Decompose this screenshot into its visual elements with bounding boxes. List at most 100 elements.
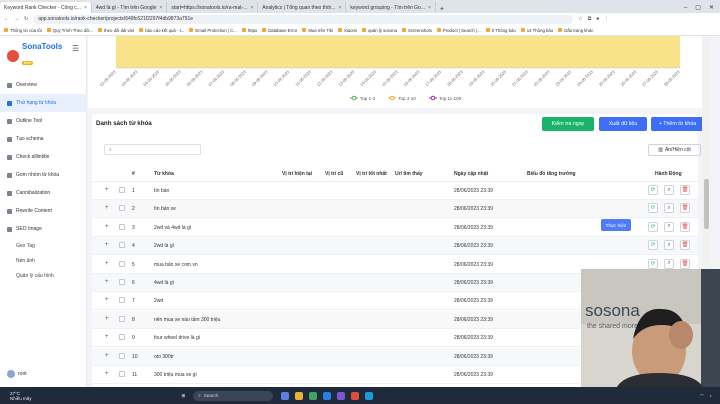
extensions-icon[interactable]: ⧉ xyxy=(588,16,592,22)
sidebar-item[interactable]: Thứ hạng từ khóa xyxy=(0,94,87,112)
sidebar-subitem[interactable]: Quản lý cấu hình xyxy=(0,268,87,283)
bookmark-item[interactable]: Screenshots xyxy=(401,28,432,33)
row-checkbox[interactable] xyxy=(119,260,125,267)
sidebar-item[interactable]: Gom nhóm từ khóa xyxy=(0,166,87,184)
expand-icon[interactable]: + xyxy=(105,279,109,285)
expand-icon[interactable]: + xyxy=(105,316,109,322)
minimize-icon[interactable]: – xyxy=(684,5,687,11)
browser-tab[interactable]: start=https://sonatools.io/ra-mat-... × xyxy=(167,2,259,13)
refresh-icon[interactable]: ⟳ xyxy=(648,221,658,232)
url-input[interactable]: app.sonatools.io/rank-checker/projects/6… xyxy=(33,14,574,24)
profile-icon[interactable]: ● xyxy=(596,16,599,22)
scroll-thumb[interactable] xyxy=(704,179,709,229)
taskbar-search[interactable]: ⌕ Search xyxy=(193,390,274,401)
bookmark-item[interactable]: 14 Thông báo xyxy=(520,28,553,33)
add-keyword-button[interactable]: + Thêm từ khóa xyxy=(651,117,704,131)
row-checkbox[interactable] xyxy=(119,352,125,359)
bookmark-item[interactable]: https xyxy=(241,28,257,33)
sidebar-item[interactable]: SEO Image xyxy=(0,220,87,238)
browser-tab[interactable]: keyword grouping - Tìm trên Go... × xyxy=(346,2,436,13)
expand-icon[interactable]: + xyxy=(105,371,109,377)
bookmark-item[interactable]: Email Protection | C... xyxy=(189,28,237,33)
app-icon[interactable] xyxy=(365,391,374,400)
edge-icon[interactable] xyxy=(323,391,332,400)
expand-icon[interactable]: + xyxy=(105,261,109,267)
file-explorer-icon[interactable] xyxy=(295,391,304,400)
sidebar-item[interactable]: Rewrite Content xyxy=(0,202,87,220)
row-checkbox[interactable] xyxy=(119,315,125,322)
chrome-icon[interactable] xyxy=(309,391,318,400)
row-checkbox[interactable] xyxy=(119,223,125,230)
user-menu[interactable]: root xyxy=(7,370,27,378)
refresh-icon[interactable]: ⟳ xyxy=(648,258,658,269)
sidebar-item[interactable]: Outline Tool xyxy=(0,112,87,130)
expand-icon[interactable]: + xyxy=(105,334,109,340)
browser-tab[interactable]: Keyword Rank Checker - Công c... × xyxy=(0,2,92,13)
col-best-rank[interactable]: Vị trí tốt nhất xyxy=(356,171,387,177)
check-rank-button[interactable]: Kiểm tra ngay xyxy=(542,117,594,131)
search-icon[interactable]: ⌕ xyxy=(664,185,674,195)
row-checkbox[interactable] xyxy=(119,242,125,249)
bookmark-item[interactable]: Mua trên Tiki xyxy=(302,28,333,33)
close-icon[interactable]: × xyxy=(159,5,162,11)
close-icon[interactable]: × xyxy=(428,5,431,11)
bookmark-item[interactable]: Quy Trình Theo dõi... xyxy=(46,28,93,33)
legend-item[interactable]: Top 4-10 xyxy=(388,95,416,101)
refresh-icon[interactable]: ⟳ xyxy=(648,240,658,251)
trash-icon[interactable]: 🗑 xyxy=(680,203,690,214)
bookmark-item[interactable]: báo cáo kết quả - t... xyxy=(139,28,184,33)
trash-icon[interactable]: 🗑 xyxy=(680,240,690,251)
trash-icon[interactable]: 🗑 xyxy=(680,185,690,195)
row-checkbox[interactable] xyxy=(119,279,125,285)
refresh-icon[interactable]: ⟳ xyxy=(648,203,658,214)
star-icon[interactable]: ☆ xyxy=(578,16,582,22)
bookmark-item[interactable]: theo dõi dải viet xyxy=(98,28,134,33)
search-icon[interactable]: ⌕ xyxy=(664,258,674,269)
export-button[interactable]: Xuất dữ liệu xyxy=(599,117,647,131)
table-row[interactable]: +4 2wd là gì 28/06/2023 23:39 ⟳ ⌕ 🗑 xyxy=(92,237,698,256)
toggle-columns-button[interactable]: ▥ Ẩn/Hiện cột xyxy=(648,144,701,156)
bookmark-item[interactable]: Xiaomi xyxy=(337,28,357,33)
col-old-rank[interactable]: Vị trí cũ xyxy=(325,171,343,177)
new-tab-icon[interactable]: + xyxy=(436,6,448,13)
windows-start-icon[interactable]: ⊞ xyxy=(182,393,186,399)
expand-icon[interactable]: + xyxy=(105,224,109,230)
expand-icon[interactable]: + xyxy=(105,297,109,303)
legend-item[interactable]: Top 11-100 xyxy=(429,95,462,101)
table-row[interactable]: +1 tìn bán 28/06/2023 23:39 ⟳ ⌕ 🗑 xyxy=(92,182,698,200)
volume-icon[interactable]: ♪ xyxy=(710,393,712,398)
col-current-rank[interactable]: Vị trí hiện tại xyxy=(282,171,312,177)
bookmark-item[interactable]: quản lý sosona xyxy=(362,28,397,33)
hamburger-icon[interactable]: ☰ xyxy=(72,44,79,53)
col-updated[interactable]: Ngày cập nhật xyxy=(454,171,488,177)
refresh-icon[interactable]: ⟳ xyxy=(648,185,658,195)
sidebar-item[interactable]: Check alllintitle xyxy=(0,148,87,166)
reload-icon[interactable]: ↻ xyxy=(24,16,28,22)
bookmark-item[interactable]: Product | Search |... xyxy=(436,28,481,33)
search-input[interactable]: ⌕ xyxy=(104,144,201,155)
menu-icon[interactable]: ⋮ xyxy=(604,16,609,22)
browser-tab[interactable]: Analytics | Tổng quan theo thời... × xyxy=(258,2,347,13)
sidebar-item[interactable]: Cannibalization xyxy=(0,184,87,202)
close-icon[interactable]: × xyxy=(338,5,341,11)
expand-icon[interactable]: + xyxy=(105,187,109,193)
close-icon[interactable]: × xyxy=(250,5,253,11)
maximize-icon[interactable]: ▢ xyxy=(695,4,701,11)
row-checkbox[interactable] xyxy=(119,371,125,377)
row-checkbox[interactable] xyxy=(119,205,125,212)
app-icon[interactable] xyxy=(351,391,360,400)
logo[interactable]: SonaTools Beta xyxy=(7,42,62,69)
close-window-icon[interactable]: ✕ xyxy=(709,4,714,11)
weather-widget[interactable]: 27°C Nhiều mây xyxy=(10,391,32,401)
trash-icon[interactable]: 🗑 xyxy=(680,221,690,232)
search-icon[interactable]: ⌕ xyxy=(664,221,674,232)
col-found-url[interactable]: Url tìm thấy xyxy=(395,171,423,177)
sidebar-subitem[interactable]: Geo Tag xyxy=(0,238,87,253)
trash-icon[interactable]: 🗑 xyxy=(680,258,690,269)
expand-icon[interactable]: + xyxy=(105,353,109,359)
bookmark-item[interactable]: 0 Thông báo xyxy=(485,28,516,33)
legend-item[interactable]: Top 1-3 xyxy=(350,95,376,101)
close-icon[interactable]: × xyxy=(84,5,87,11)
expand-icon[interactable]: + xyxy=(105,205,109,211)
row-checkbox[interactable] xyxy=(119,334,125,341)
